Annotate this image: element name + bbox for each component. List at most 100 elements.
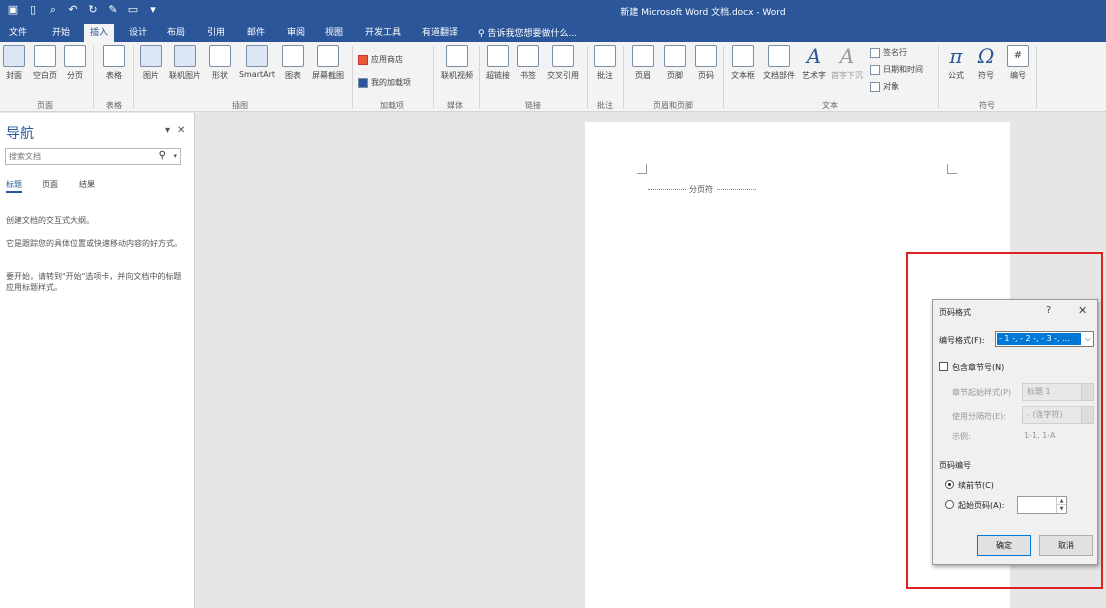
my-addins-button[interactable]: 我的加载项 [358, 77, 411, 88]
nav-help-text: 要开始，请转到"开始"选项卡，并向文档中的标题应用标题样式。 [6, 272, 182, 292]
tab-references[interactable]: 引用 [202, 24, 230, 42]
group-links-label: 链接 [525, 101, 541, 110]
tab-insert[interactable]: 插入 [84, 24, 114, 42]
ok-button[interactable]: 确定 [977, 535, 1031, 556]
tab-review[interactable]: 审阅 [282, 24, 310, 42]
footer-button[interactable]: 页脚 [662, 45, 688, 81]
wordart-icon: A [806, 44, 822, 68]
spin-down-icon[interactable]: ▼ [1056, 505, 1066, 513]
cross-reference-button[interactable]: 交叉引用 [543, 45, 583, 81]
number-format-select[interactable]: - 1 -, - 2 -, - 3 -, ... ⌵ [995, 331, 1094, 347]
group-pages-label: 页面 [37, 101, 53, 110]
close-icon[interactable]: ✕ [177, 125, 185, 136]
nav-title: 导航 [6, 126, 34, 142]
divider [623, 46, 624, 108]
screenshot-button[interactable]: 屏幕截图 [308, 45, 348, 81]
number-format-value: - 1 -, - 2 -, - 3 -, ... [997, 333, 1081, 345]
picture-icon [140, 45, 162, 67]
nav-tab-pages[interactable]: 页面 [42, 179, 58, 190]
drop-cap-button[interactable]: A 首字下沉 [828, 45, 866, 81]
hyperlink-button[interactable]: 超链接 [483, 45, 513, 81]
tab-mailings[interactable]: 邮件 [242, 24, 270, 42]
cover-page-button[interactable]: 封面 [2, 45, 26, 81]
tab-youdao[interactable]: 有道翻译 [418, 24, 462, 42]
nav-help-text: 创建文档的交互式大纲。 [6, 216, 94, 225]
tab-design[interactable]: 设计 [124, 24, 152, 42]
footer-icon [664, 45, 686, 67]
online-video-button[interactable]: 联机视频 [437, 45, 477, 81]
bookmark-button[interactable]: 书签 [515, 45, 541, 81]
chevron-down-icon[interactable]: ▾ [173, 152, 177, 160]
chapter-start-select[interactable]: 标题 1 [1022, 383, 1094, 401]
textbox-button[interactable]: 文本框 [728, 45, 758, 81]
start-at-stepper[interactable]: ▲ ▼ [1017, 496, 1067, 514]
cover-page-icon [3, 45, 25, 67]
group-header-footer-label: 页眉和页脚 [653, 101, 693, 110]
store-button[interactable]: 应用商店 [358, 54, 403, 65]
include-chapter-label: 包含章节号(N) [952, 363, 1005, 372]
wordart-button[interactable]: A 艺术字 [800, 45, 828, 81]
page-number-icon [695, 45, 717, 67]
continue-radio[interactable] [945, 480, 954, 489]
divider [352, 46, 353, 108]
window-title: 新建 Microsoft Word 文档.docx - Word [620, 8, 786, 18]
header-button[interactable]: 页眉 [630, 45, 656, 81]
quick-parts-button[interactable]: 文档部件 [760, 45, 798, 81]
start-at-radio[interactable] [945, 500, 954, 509]
signature-line-button[interactable]: 签名行 [870, 47, 907, 58]
comment-button[interactable]: 批注 [591, 45, 619, 81]
online-picture-button[interactable]: 联机图片 [166, 45, 204, 81]
divider [433, 46, 434, 108]
tab-layout[interactable]: 布局 [162, 24, 190, 42]
omega-icon: Ω [977, 44, 995, 68]
page-break-button[interactable]: 分页 [62, 45, 88, 81]
search-icon[interactable]: ⚲ [159, 150, 166, 161]
separator-select[interactable]: - (连字符) [1022, 406, 1094, 424]
example-value: 1-1, 1-A [1024, 431, 1056, 440]
page-number-button[interactable]: 页码 [693, 45, 719, 81]
nav-options-icon[interactable]: ▾ [165, 125, 170, 136]
tell-me-box[interactable]: ⚲ 告诉我您想要做什么... [478, 26, 577, 39]
shapes-button[interactable]: 形状 [206, 45, 234, 81]
nav-tab-headings[interactable]: 标题 [6, 179, 22, 193]
bookmark-icon [517, 45, 539, 67]
tab-developer[interactable]: 开发工具 [358, 24, 408, 42]
picture-button[interactable]: 图片 [138, 45, 164, 81]
start-at-label: 起始页码(A): [958, 501, 1005, 510]
crop-mark [637, 164, 647, 174]
dialog-title: 页码格式 [939, 308, 971, 317]
spin-up-icon[interactable]: ▲ [1056, 497, 1066, 505]
equation-button[interactable]: π 公式 [942, 45, 970, 81]
group-text-label: 文本 [822, 101, 838, 110]
hyperlink-icon [487, 45, 509, 67]
symbol-button[interactable]: Ω 符号 [972, 45, 1000, 81]
group-tables-label: 表格 [106, 101, 122, 110]
cross-reference-icon [552, 45, 574, 67]
object-button[interactable]: 对象 [870, 81, 899, 92]
page-break-marker: 分页符 [648, 184, 756, 195]
divider [938, 46, 939, 108]
help-icon[interactable]: ? [1046, 305, 1051, 316]
page-numbering-label: 页码编号 [939, 461, 971, 470]
include-chapter-checkbox[interactable] [939, 362, 948, 371]
date-time-button[interactable]: 日期和时间 [870, 64, 923, 75]
tab-home[interactable]: 开始 [48, 24, 74, 42]
chart-button[interactable]: 图表 [280, 45, 306, 81]
online-video-icon [446, 45, 468, 67]
cancel-button[interactable]: 取消 [1039, 535, 1093, 556]
search-input[interactable] [6, 149, 146, 164]
tab-file[interactable]: 文件 [6, 24, 30, 42]
number-button[interactable]: # 编号 [1004, 45, 1032, 81]
divider [479, 46, 480, 108]
signature-icon [870, 47, 880, 58]
blank-page-button[interactable]: 空白页 [30, 45, 60, 81]
smartart-button[interactable]: SmartArt [236, 45, 278, 79]
table-button[interactable]: 表格 [100, 45, 128, 81]
crop-mark [947, 164, 957, 174]
shapes-icon [209, 45, 231, 67]
tab-view[interactable]: 视图 [320, 24, 348, 42]
nav-tab-results[interactable]: 结果 [79, 179, 95, 190]
blank-page-icon [34, 45, 56, 67]
close-icon[interactable]: ✕ [1078, 304, 1087, 317]
title-bar: ▣ ▯ ⌕ ↶ ↻ ✎ ▭ ▾ 新建 Microsoft Word 文档.doc… [0, 0, 1106, 22]
